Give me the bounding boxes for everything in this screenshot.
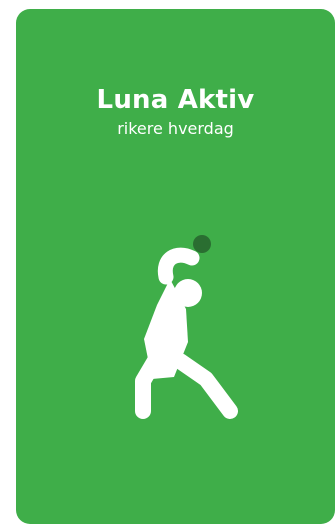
luna-aktiv-card[interactable]: Luna Aktiv rikere hverdag: [16, 9, 335, 524]
stretching-person-icon: [135, 235, 238, 419]
ball-icon: [193, 235, 211, 253]
